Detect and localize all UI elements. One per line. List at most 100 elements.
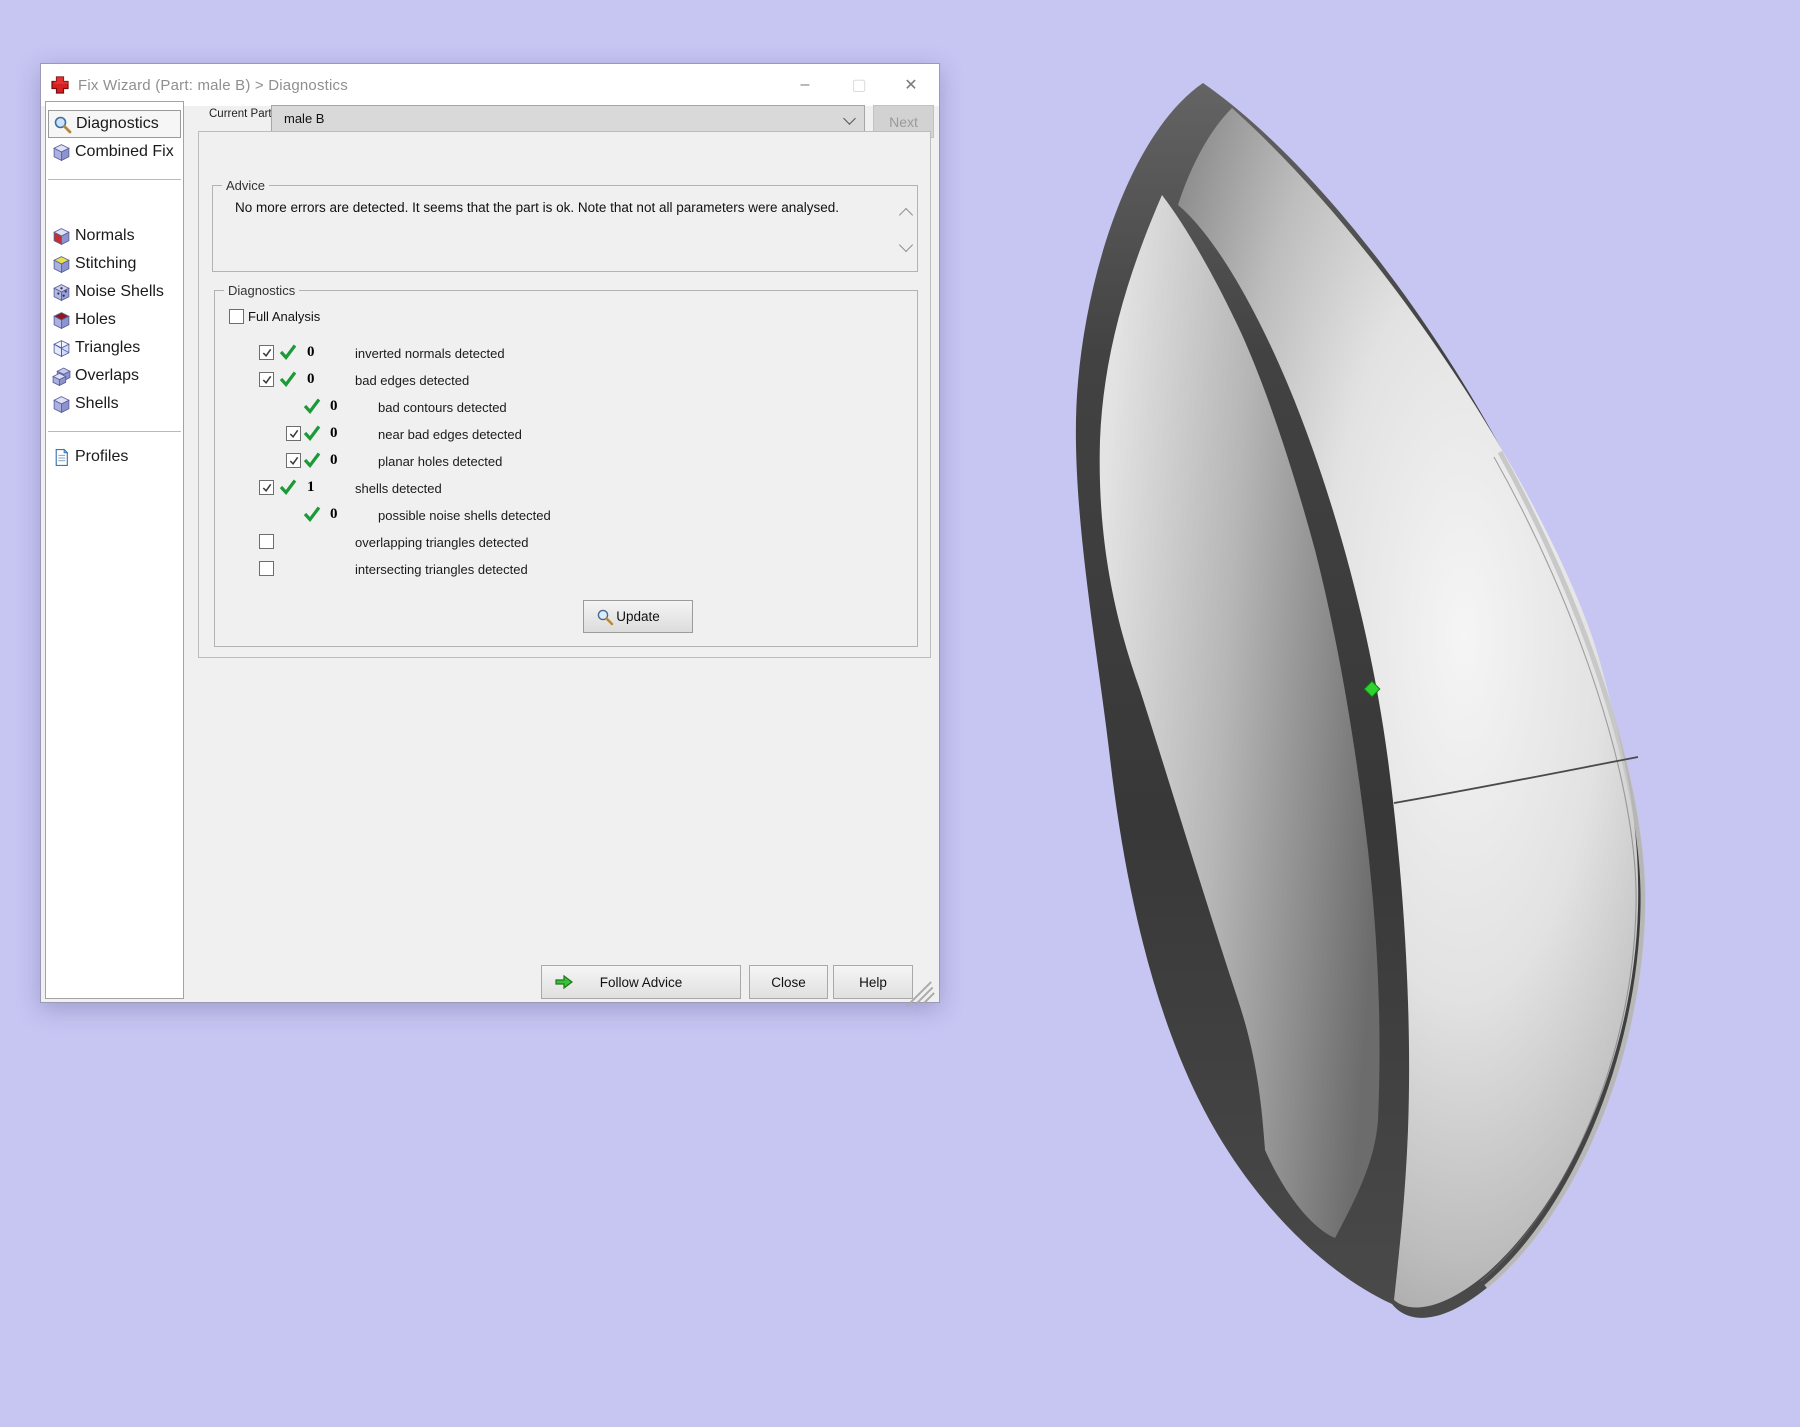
- diagnostic-label: intersecting triangles detected: [355, 562, 528, 577]
- diagnostic-count: 0: [307, 371, 315, 387]
- sidebar-separator: [48, 179, 181, 180]
- close-window-button[interactable]: ✕: [885, 64, 937, 106]
- sidebar-item-label: Profiles: [75, 448, 129, 465]
- diagnostic-checkbox[interactable]: [259, 561, 274, 576]
- chevron-down-icon: [843, 112, 856, 125]
- green-check-icon: [303, 506, 321, 527]
- diagnostic-label: planar holes detected: [378, 454, 503, 469]
- full-analysis-option: Full Analysis: [229, 309, 320, 324]
- diagnostic-label: shells detected: [355, 481, 442, 496]
- sidebar-item-label: Normals: [75, 227, 135, 244]
- diagnostic-label: bad edges detected: [355, 373, 470, 388]
- green-check-icon: [303, 425, 321, 446]
- sidebar-item-label: Shells: [75, 395, 119, 412]
- advice-title: Advice: [222, 178, 270, 193]
- resize-grip[interactable]: [904, 973, 936, 1007]
- sidebar-item-triangles[interactable]: Triangles: [48, 334, 181, 362]
- sidebar-item-overlaps[interactable]: Overlaps: [48, 362, 181, 390]
- follow-advice-label: Follow Advice: [599, 974, 683, 990]
- diagnostic-checkbox[interactable]: [259, 534, 274, 549]
- title-bar[interactable]: Fix Wizard (Part: male B) > Diagnostics …: [41, 64, 939, 106]
- sidebar-separator: [48, 431, 181, 432]
- green-check-icon: [303, 398, 321, 419]
- current-part-value: male B: [284, 111, 325, 126]
- sidebar-item-holes[interactable]: Holes: [48, 306, 181, 334]
- cube-double-icon: [52, 367, 71, 386]
- sidebar-item-shells[interactable]: Shells: [48, 390, 181, 418]
- diagnostics-title: Diagnostics: [224, 283, 300, 298]
- document-icon: [52, 447, 71, 467]
- fix-wizard-dialog: Fix Wizard (Part: male B) > Diagnostics …: [40, 63, 940, 1007]
- scroll-up-icon[interactable]: [898, 207, 914, 223]
- diagnostic-row: 0 possible noise shells detected: [215, 502, 917, 529]
- sidebar-item-label: Overlaps: [75, 367, 140, 384]
- diagnostic-count: 0: [330, 425, 338, 441]
- diagnostic-checkbox[interactable]: [259, 372, 274, 387]
- sidebar: Diagnostics Combined Fix Normals Stitchi…: [45, 101, 184, 999]
- magnifier-icon: [53, 115, 72, 134]
- sidebar-item-diagnostics[interactable]: Diagnostics: [48, 110, 181, 138]
- diagnostic-checkbox[interactable]: [286, 426, 301, 441]
- green-arrow-icon: [555, 974, 573, 990]
- diagnostics-rows: 0 inverted normals detected 0 bad edges de…: [215, 340, 917, 583]
- sidebar-item-stitching[interactable]: Stitching: [48, 250, 181, 278]
- diagnostic-row: overlapping triangles detected: [215, 529, 917, 556]
- diagnostic-label: inverted normals detected: [355, 346, 505, 361]
- full-analysis-checkbox[interactable]: [229, 309, 244, 324]
- current-part-label: Current Part:: [209, 108, 275, 120]
- update-label: Update: [616, 609, 660, 624]
- follow-advice-button[interactable]: Follow Advice: [541, 965, 741, 999]
- sidebar-item-noise-shells[interactable]: Noise Shells: [48, 278, 181, 306]
- diagnostic-count: 0: [307, 344, 315, 360]
- diagnostic-row: 0 bad contours detected: [215, 394, 917, 421]
- cube-red-icon: [52, 227, 71, 246]
- main-panel: Advice No more errors are detected. It s…: [198, 131, 931, 658]
- green-check-icon: [303, 452, 321, 473]
- diagnostic-checkbox[interactable]: [259, 480, 274, 495]
- advice-groupbox: Advice No more errors are detected. It s…: [212, 178, 918, 272]
- sidebar-item-profiles[interactable]: Profiles: [48, 443, 181, 471]
- cube-dots-icon: [52, 283, 71, 302]
- diagnostic-row: 1 shells detected: [215, 475, 917, 502]
- close-button[interactable]: Close: [749, 965, 828, 999]
- diagnostic-count: 0: [330, 506, 338, 522]
- diagnostic-checkbox[interactable]: [259, 345, 274, 360]
- cube-darkred-icon: [52, 311, 71, 330]
- diagnostic-count: 1: [307, 479, 315, 495]
- window-title: Fix Wizard (Part: male B) > Diagnostics: [78, 76, 348, 94]
- diagnostic-row: 0 planar holes detected: [215, 448, 917, 475]
- maximize-button[interactable]: ▢: [833, 64, 885, 106]
- sidebar-item-label: Combined Fix: [75, 143, 174, 160]
- sidebar-item-label: Holes: [75, 311, 116, 328]
- green-check-icon: [279, 479, 297, 500]
- sidebar-item-label: Stitching: [75, 255, 137, 272]
- cube-yellow-icon: [52, 255, 71, 274]
- sidebar-item-normals[interactable]: Normals: [48, 222, 181, 250]
- magnifier-icon: [597, 609, 614, 625]
- cube-plain-icon: [52, 143, 71, 162]
- current-part-dropdown[interactable]: male B: [271, 105, 865, 132]
- diagnostics-groupbox: Diagnostics Full Analysis 0 inverted norm…: [214, 283, 918, 647]
- sidebar-item-label: Diagnostics: [76, 115, 159, 132]
- update-button[interactable]: Update: [583, 600, 693, 633]
- cube-wire-icon: [52, 339, 71, 358]
- sidebar-item-label: Triangles: [75, 339, 141, 356]
- diagnostic-checkbox[interactable]: [286, 453, 301, 468]
- diagnostic-label: possible noise shells detected: [378, 508, 551, 523]
- help-button[interactable]: Help: [833, 965, 913, 999]
- diagnostic-row: 0 inverted normals detected: [215, 340, 917, 367]
- diagnostic-count: 0: [330, 452, 338, 468]
- diagnostic-row: 0 near bad edges detected: [215, 421, 917, 448]
- diagnostic-row: 0 bad edges detected: [215, 367, 917, 394]
- minimize-button[interactable]: –: [779, 64, 831, 106]
- green-check-icon: [279, 344, 297, 365]
- diagnostic-row: intersecting triangles detected: [215, 556, 917, 583]
- cube-plain-icon: [52, 395, 71, 414]
- diagnostic-label: bad contours detected: [378, 400, 507, 415]
- diagnostic-label: overlapping triangles detected: [355, 535, 529, 550]
- red-cross-logo-icon: [51, 76, 69, 94]
- diagnostic-label: near bad edges detected: [378, 427, 522, 442]
- sidebar-item-combined-fix[interactable]: Combined Fix: [48, 138, 181, 166]
- sidebar-item-label: Noise Shells: [75, 283, 164, 300]
- scroll-down-icon[interactable]: [898, 237, 914, 253]
